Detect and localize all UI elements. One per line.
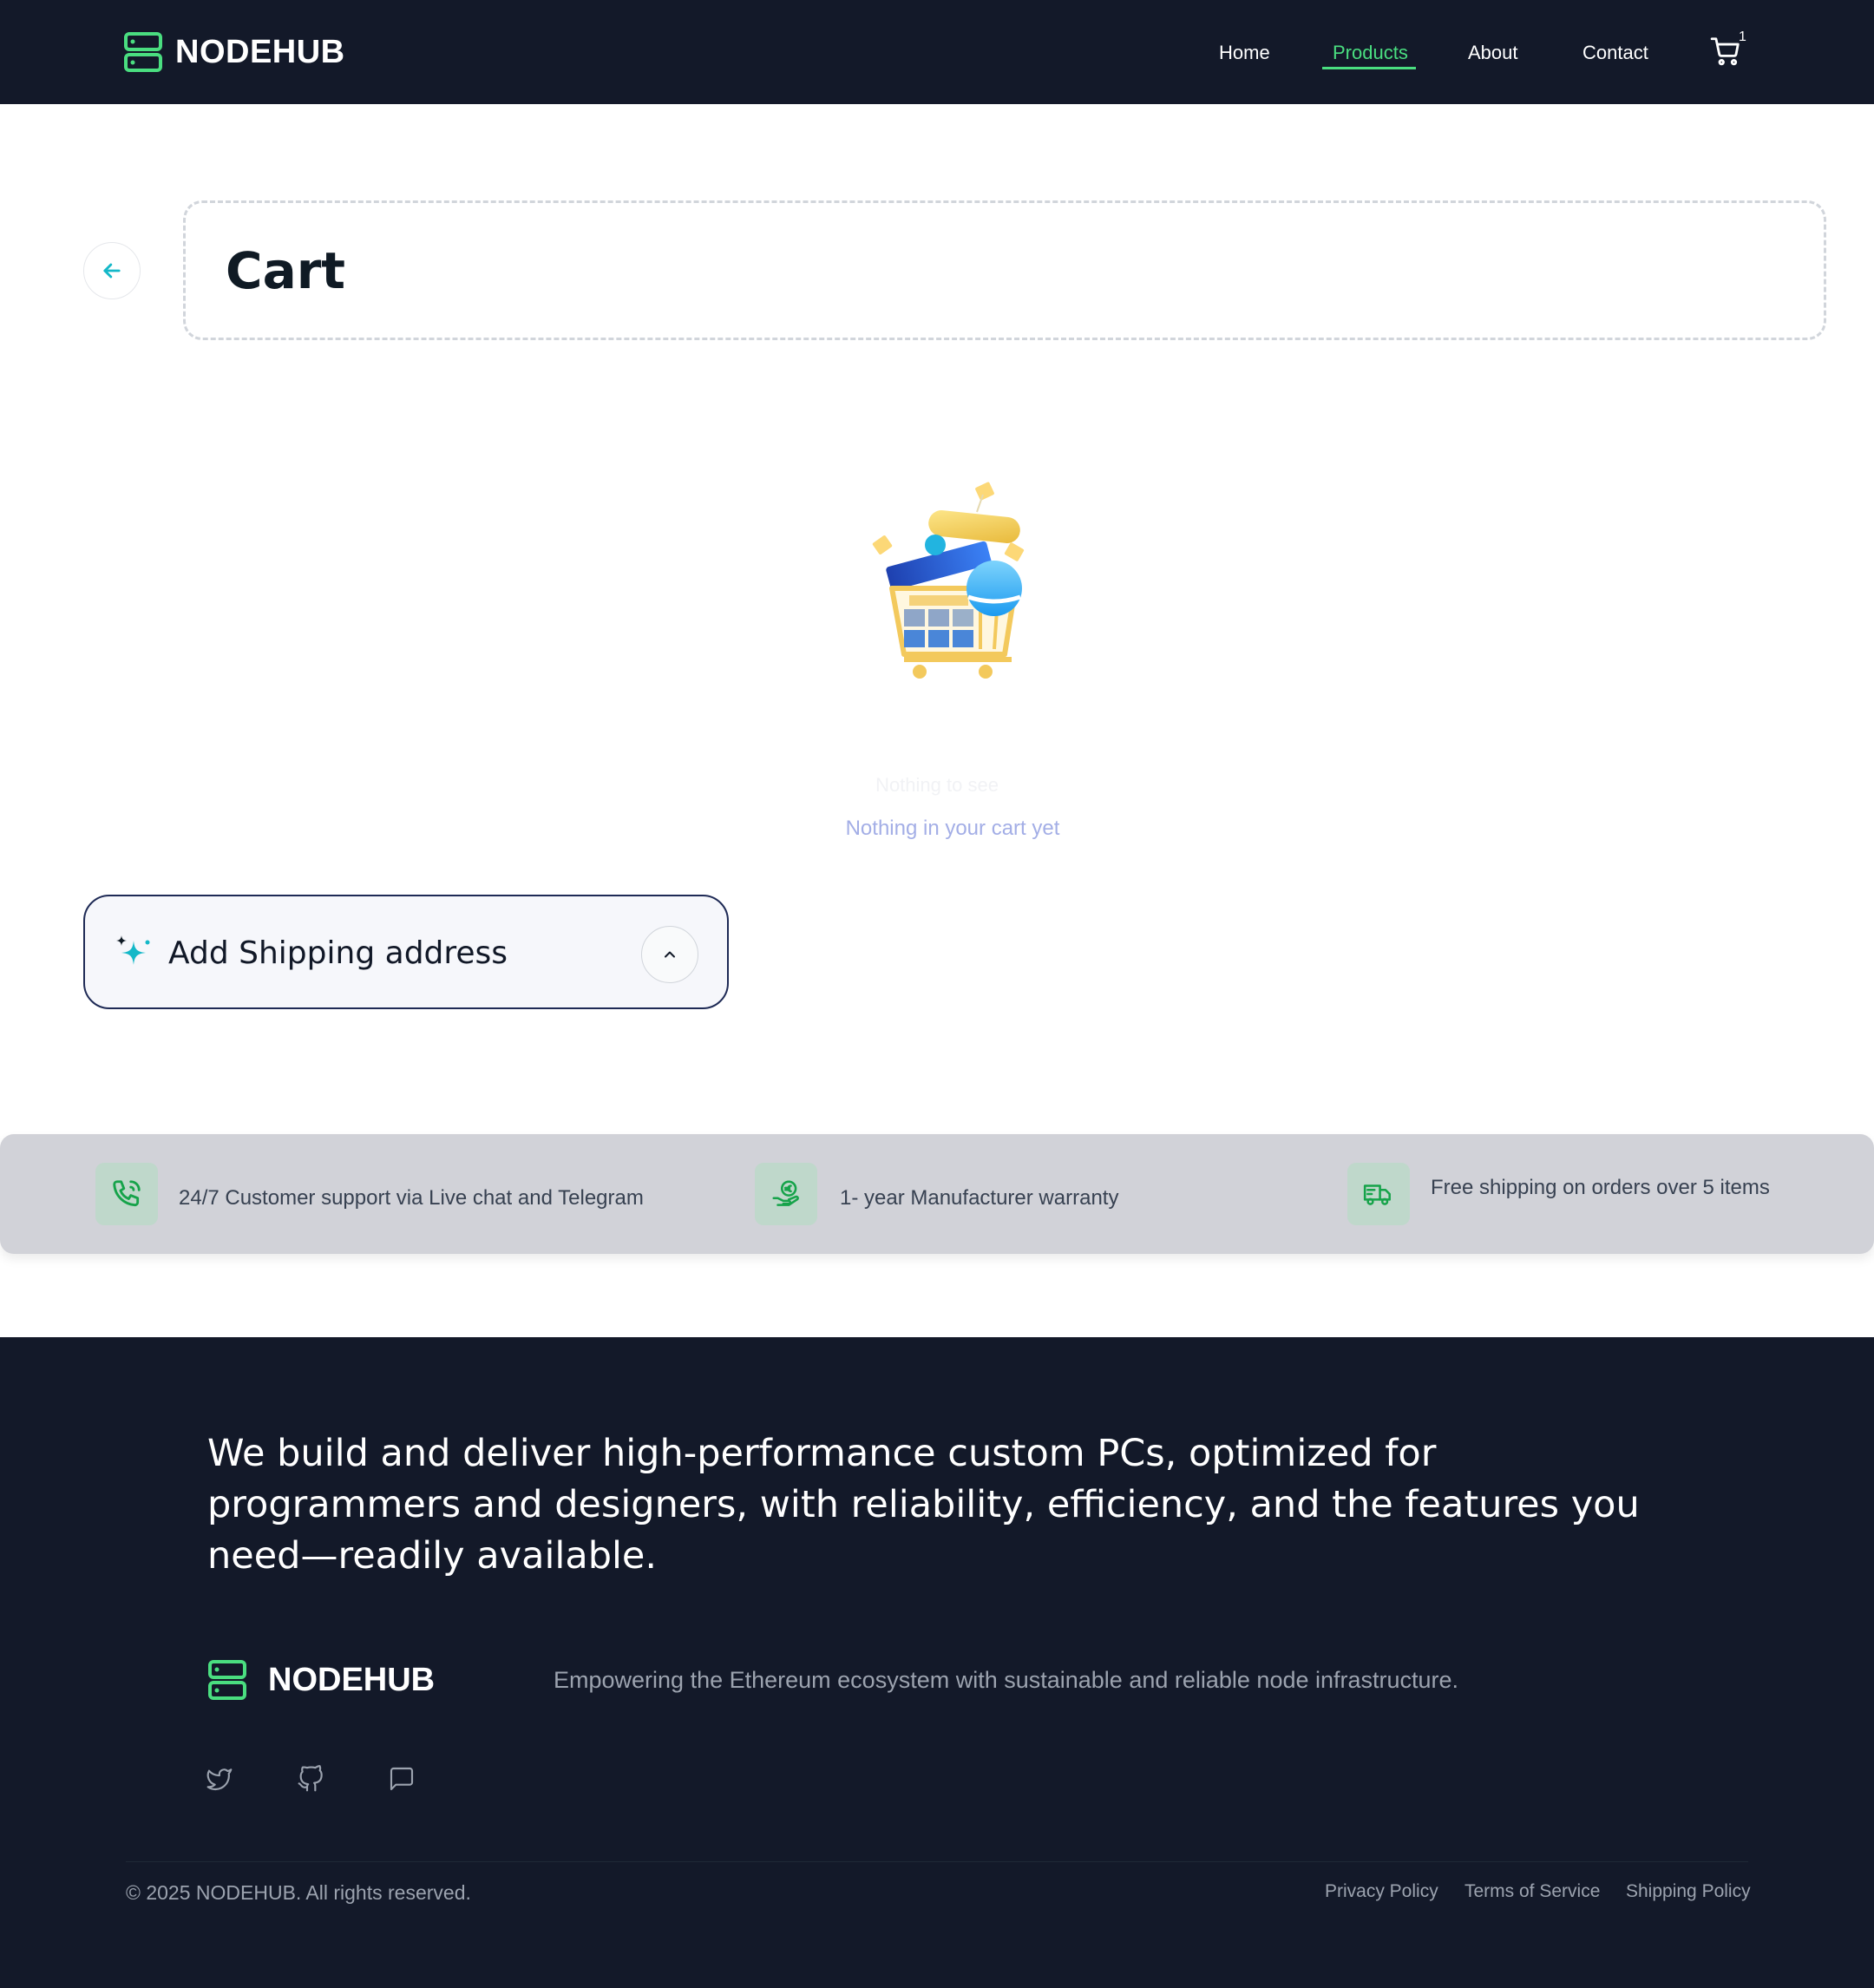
nav-contact[interactable]: Contact — [1582, 42, 1648, 64]
feature-shipping-text: Free shipping on orders over 5 items — [1431, 1176, 1770, 1199]
phone-icon — [113, 1180, 141, 1207]
twitter-icon[interactable] — [206, 1765, 233, 1793]
page-title: Cart — [226, 241, 346, 300]
euro-hand-icon — [772, 1180, 799, 1206]
feature-shipping — [1347, 1163, 1410, 1225]
sparkle-icon — [116, 935, 150, 965]
shipping-toggle-button[interactable] — [641, 926, 698, 983]
github-icon[interactable] — [297, 1765, 324, 1793]
empty-cart-illustration — [872, 482, 1025, 679]
cart-icon[interactable] — [1709, 35, 1742, 68]
nav-home[interactable]: Home — [1219, 42, 1270, 64]
empty-state-faded-text: Nothing to see — [875, 774, 999, 796]
chevron-up-icon — [665, 951, 675, 958]
footer-divider — [126, 1861, 1748, 1862]
brand-logo[interactable]: NODEHUB — [123, 31, 345, 73]
back-button[interactable] — [83, 242, 141, 299]
terms-of-service-link[interactable]: Terms of Service — [1464, 1881, 1600, 1902]
footer-tagline: We build and deliver high-performance cu… — [207, 1432, 1640, 1578]
page-title-box: Cart — [183, 200, 1826, 340]
cart-count-badge: 1 — [1739, 30, 1746, 44]
feature-warranty-text: 1- year Manufacturer warranty — [840, 1186, 1119, 1210]
site-footer: We build and deliver high-performance cu… — [0, 1337, 1874, 1988]
brand-name: NODEHUB — [175, 33, 345, 70]
nav-active-underline — [1322, 67, 1416, 69]
server-icon — [208, 1660, 246, 1700]
nav-about[interactable]: About — [1468, 42, 1518, 64]
nav-products[interactable]: Products — [1333, 42, 1408, 64]
feature-support — [95, 1163, 158, 1225]
add-shipping-address-panel[interactable]: Add Shipping address — [83, 895, 729, 1009]
chat-icon[interactable] — [388, 1765, 416, 1793]
footer-mission: Empowering the Ethereum ecosystem with s… — [554, 1667, 1459, 1693]
server-icon — [124, 32, 162, 72]
features-bar: 24/7 Customer support via Live chat and … — [0, 1134, 1874, 1254]
top-navbar: NODEHUB Home Products About Contact 1 — [0, 0, 1874, 104]
footer-brand-name: NODEHUB — [268, 1661, 436, 1698]
feature-warranty — [755, 1163, 817, 1225]
privacy-policy-link[interactable]: Privacy Policy — [1325, 1881, 1438, 1902]
footer-brand-logo[interactable]: NODEHUB — [207, 1659, 435, 1701]
footer-copyright: © 2025 NODEHUB. All rights reserved. — [126, 1881, 471, 1904]
truck-icon — [1363, 1184, 1391, 1205]
arrow-left-icon — [103, 263, 121, 279]
shipping-policy-link[interactable]: Shipping Policy — [1626, 1881, 1751, 1902]
add-shipping-address-label: Add Shipping address — [168, 935, 508, 971]
feature-support-text: 24/7 Customer support via Live chat and … — [179, 1186, 644, 1210]
empty-cart-message: Nothing in your cart yet — [845, 817, 1060, 840]
